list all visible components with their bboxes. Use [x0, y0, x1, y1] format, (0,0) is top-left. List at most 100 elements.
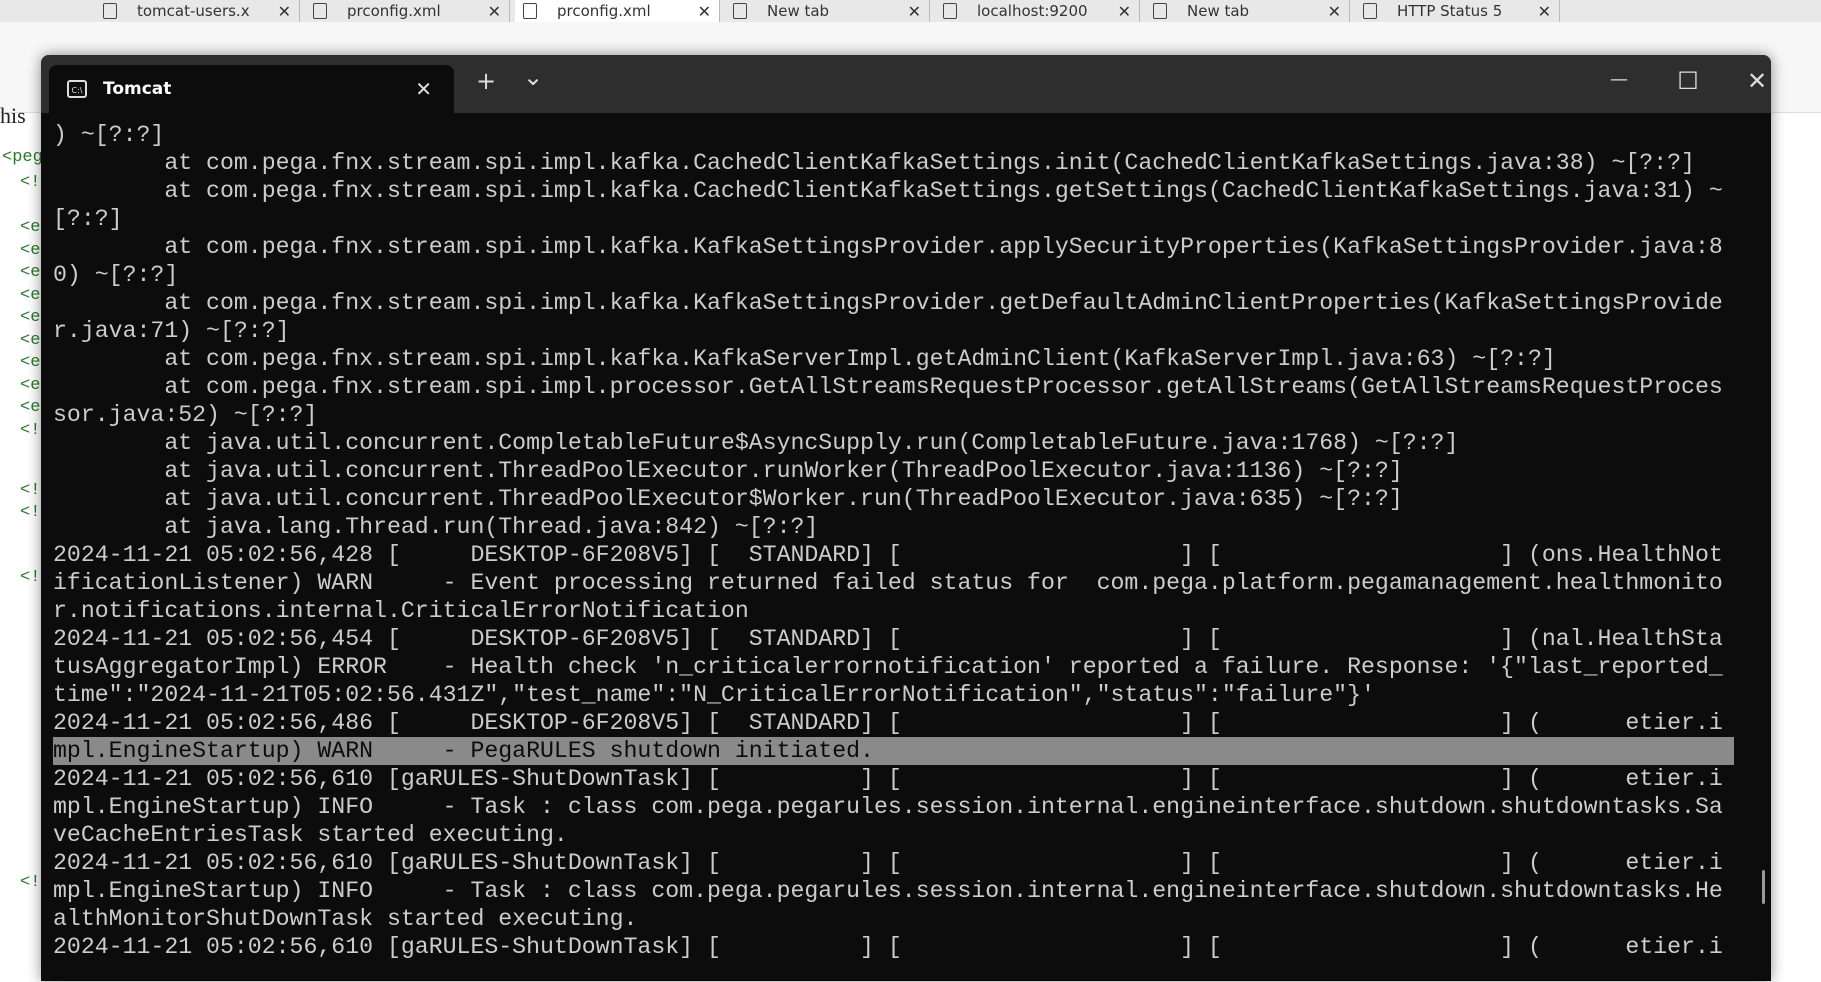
page-text-fragment: <! [20, 503, 41, 522]
console-line-selected: mpl.EngineStartup) WARN - PegaRULES shut… [53, 737, 1734, 765]
console-line: r.java:71) ~[?:?] [53, 317, 1734, 345]
console-line-text: 2024-11-21 05:02:56,610 [gaRULES-ShutDow… [53, 934, 1723, 960]
page-text-fragment: <e [20, 398, 41, 417]
console-output[interactable]: ) ~[?:?] at com.pega.fnx.stream.spi.impl… [53, 121, 1734, 961]
console-line-text: veCacheEntriesTask started executing. [53, 822, 568, 848]
console-line-text: at com.pega.fnx.stream.spi.impl.kafka.Ca… [53, 150, 1695, 176]
console-line: [?:?] [53, 205, 1734, 233]
page-text-fragment: his [0, 103, 26, 128]
console-line: 2024-11-21 05:02:56,610 [gaRULES-ShutDow… [53, 765, 1734, 793]
console-line: sor.java:52) ~[?:?] [53, 401, 1734, 429]
minimize-button[interactable]: — [1599, 69, 1639, 90]
console-line-text: mpl.EngineStartup) WARN - PegaRULES shut… [53, 737, 1734, 765]
console-line: ) ~[?:?] [53, 121, 1734, 149]
page-text-fragment: <e [20, 218, 41, 237]
new-tab-button[interactable]: + [466, 67, 506, 95]
console-line: 0) ~[?:?] [53, 261, 1734, 289]
console-line-text: at com.pega.fnx.stream.spi.impl.kafka.Ka… [53, 234, 1723, 260]
page-icon [523, 3, 537, 19]
close-tab-icon[interactable]: ✕ [908, 2, 921, 21]
page-text-fragment: <e [20, 241, 41, 260]
browser-tab[interactable]: New tab ✕ [1145, 0, 1350, 22]
console-line-text: 0) ~[?:?] [53, 262, 179, 288]
page-text-fragment: <e [20, 308, 41, 327]
console-line-text: 2024-11-21 05:02:56,428 [ DESKTOP-6F208V… [53, 542, 1723, 568]
close-tab-icon[interactable]: ✕ [488, 2, 501, 21]
console-line-text: mpl.EngineStartup) INFO - Task : class c… [53, 878, 1723, 904]
browser-tab[interactable]: HTTP Status 5 ✕ [1355, 0, 1560, 22]
terminal-title-bar[interactable]: C:\ Tomcat ✕ + ⌄ — ☐ ✕ [41, 55, 1771, 113]
console-line: 2024-11-21 05:02:56,610 [gaRULES-ShutDow… [53, 933, 1734, 961]
terminal-tab-title: Tomcat [103, 79, 172, 99]
page-text-fragment: <e [20, 286, 41, 305]
close-tab-button[interactable]: ✕ [415, 77, 432, 101]
console-line: althMonitorShutDownTask started executin… [53, 905, 1734, 933]
browser-tab-label: tomcat-users.x [137, 2, 250, 20]
close-tab-icon[interactable]: ✕ [1328, 2, 1341, 21]
console-line-text: at java.util.concurrent.ThreadPoolExecut… [53, 486, 1403, 512]
console-line-text: at java.lang.Thread.run(Thread.java:842)… [53, 514, 819, 540]
page-text-fragment: <e [20, 376, 41, 395]
console-line-text: mpl.EngineStartup) INFO - Task : class c… [53, 794, 1723, 820]
browser-tab[interactable]: tomcat-users.x ✕ [95, 0, 300, 22]
scrollbar-thumb[interactable] [1762, 870, 1765, 904]
page-text-fragment: <! [20, 873, 41, 892]
console-line-text: 2024-11-21 05:02:56,454 [ DESKTOP-6F208V… [53, 626, 1723, 652]
page-icon [313, 3, 327, 19]
console-line-text: time":"2024-11-21T05:02:56.431Z","test_n… [53, 682, 1375, 708]
page-icon [103, 3, 117, 19]
close-tab-icon[interactable]: ✕ [1538, 2, 1551, 21]
close-tab-icon[interactable]: ✕ [698, 2, 711, 21]
terminal-window: C:\ Tomcat ✕ + ⌄ — ☐ ✕ ) ~[?:?] at com.p… [41, 55, 1771, 981]
console-line-text: ) ~[?:?] [53, 122, 165, 148]
console-line-text: r.java:71) ~[?:?] [53, 318, 290, 344]
console-line-text: at com.pega.fnx.stream.spi.impl.processo… [53, 374, 1723, 400]
console-line: veCacheEntriesTask started executing. [53, 821, 1734, 849]
page-text-fragment: <e [20, 353, 41, 372]
browser-tab-bar: tomcat-users.x ✕ prconfig.xml ✕ prconfig.xml… [0, 0, 1821, 22]
page-text-fragment: <e [20, 263, 41, 282]
close-tab-icon[interactable]: ✕ [278, 2, 291, 21]
browser-tab-label: HTTP Status 5 [1397, 2, 1503, 20]
console-line-text: at java.util.concurrent.ThreadPoolExecut… [53, 458, 1403, 484]
terminal-tab-tomcat[interactable]: C:\ Tomcat ✕ [49, 65, 454, 113]
console-line: at com.pega.fnx.stream.spi.impl.kafka.Ka… [53, 289, 1734, 317]
console-line: tusAggregatorImpl) ERROR - Health check … [53, 653, 1734, 681]
console-line: at java.lang.Thread.run(Thread.java:842)… [53, 513, 1734, 541]
console-line: at com.pega.fnx.stream.spi.impl.kafka.Ka… [53, 345, 1734, 373]
tab-dropdown-button[interactable]: ⌄ [513, 63, 553, 91]
console-line-text: 2024-11-21 05:02:56,610 [gaRULES-ShutDow… [53, 766, 1723, 792]
console-line-text: at java.util.concurrent.CompletableFutur… [53, 430, 1459, 456]
console-line: at com.pega.fnx.stream.spi.impl.kafka.Ca… [53, 149, 1734, 177]
maximize-button[interactable]: ☐ [1668, 67, 1708, 95]
console-line-text: at com.pega.fnx.stream.spi.impl.kafka.Ka… [53, 346, 1556, 372]
browser-tab[interactable]: prconfig.xml ✕ [305, 0, 510, 22]
console-line: at com.pega.fnx.stream.spi.impl.kafka.Ca… [53, 177, 1734, 205]
console-line: mpl.EngineStartup) INFO - Task : class c… [53, 877, 1734, 905]
console-line: mpl.EngineStartup) INFO - Task : class c… [53, 793, 1734, 821]
page-icon [1363, 3, 1377, 19]
page-icon [1153, 3, 1167, 19]
console-line-text: sor.java:52) ~[?:?] [53, 402, 318, 428]
console-line-text: r.notifications.internal.CriticalErrorNo… [53, 598, 749, 624]
console-line: 2024-11-21 05:02:56,486 [ DESKTOP-6F208V… [53, 709, 1734, 737]
close-window-button[interactable]: ✕ [1737, 67, 1771, 95]
console-line: at java.util.concurrent.ThreadPoolExecut… [53, 485, 1734, 513]
console-line-text: althMonitorShutDownTask started executin… [53, 906, 638, 932]
console-line-text: 2024-11-21 05:02:56,486 [ DESKTOP-6F208V… [53, 710, 1723, 736]
console-line: r.notifications.internal.CriticalErrorNo… [53, 597, 1734, 625]
browser-tab[interactable]: prconfig.xml ✕ [515, 0, 720, 22]
console-line-text: ificationListener) WARN - Event processi… [53, 570, 1723, 596]
console-line: at com.pega.fnx.stream.spi.impl.kafka.Ka… [53, 233, 1734, 261]
page-text-fragment: <peg [2, 148, 43, 167]
close-tab-icon[interactable]: ✕ [1118, 2, 1131, 21]
console-line-text: 2024-11-21 05:02:56,610 [gaRULES-ShutDow… [53, 850, 1723, 876]
browser-tab[interactable]: New tab ✕ [725, 0, 930, 22]
console-line: at java.util.concurrent.CompletableFutur… [53, 429, 1734, 457]
console-line-text: tusAggregatorImpl) ERROR - Health check … [53, 654, 1723, 680]
page-text-fragment: <! [20, 568, 41, 587]
console-line: 2024-11-21 05:02:56,454 [ DESKTOP-6F208V… [53, 625, 1734, 653]
page-text-fragment: <e [20, 331, 41, 350]
page-icon [733, 3, 747, 19]
browser-tab[interactable]: localhost:9200 ✕ [935, 0, 1140, 22]
